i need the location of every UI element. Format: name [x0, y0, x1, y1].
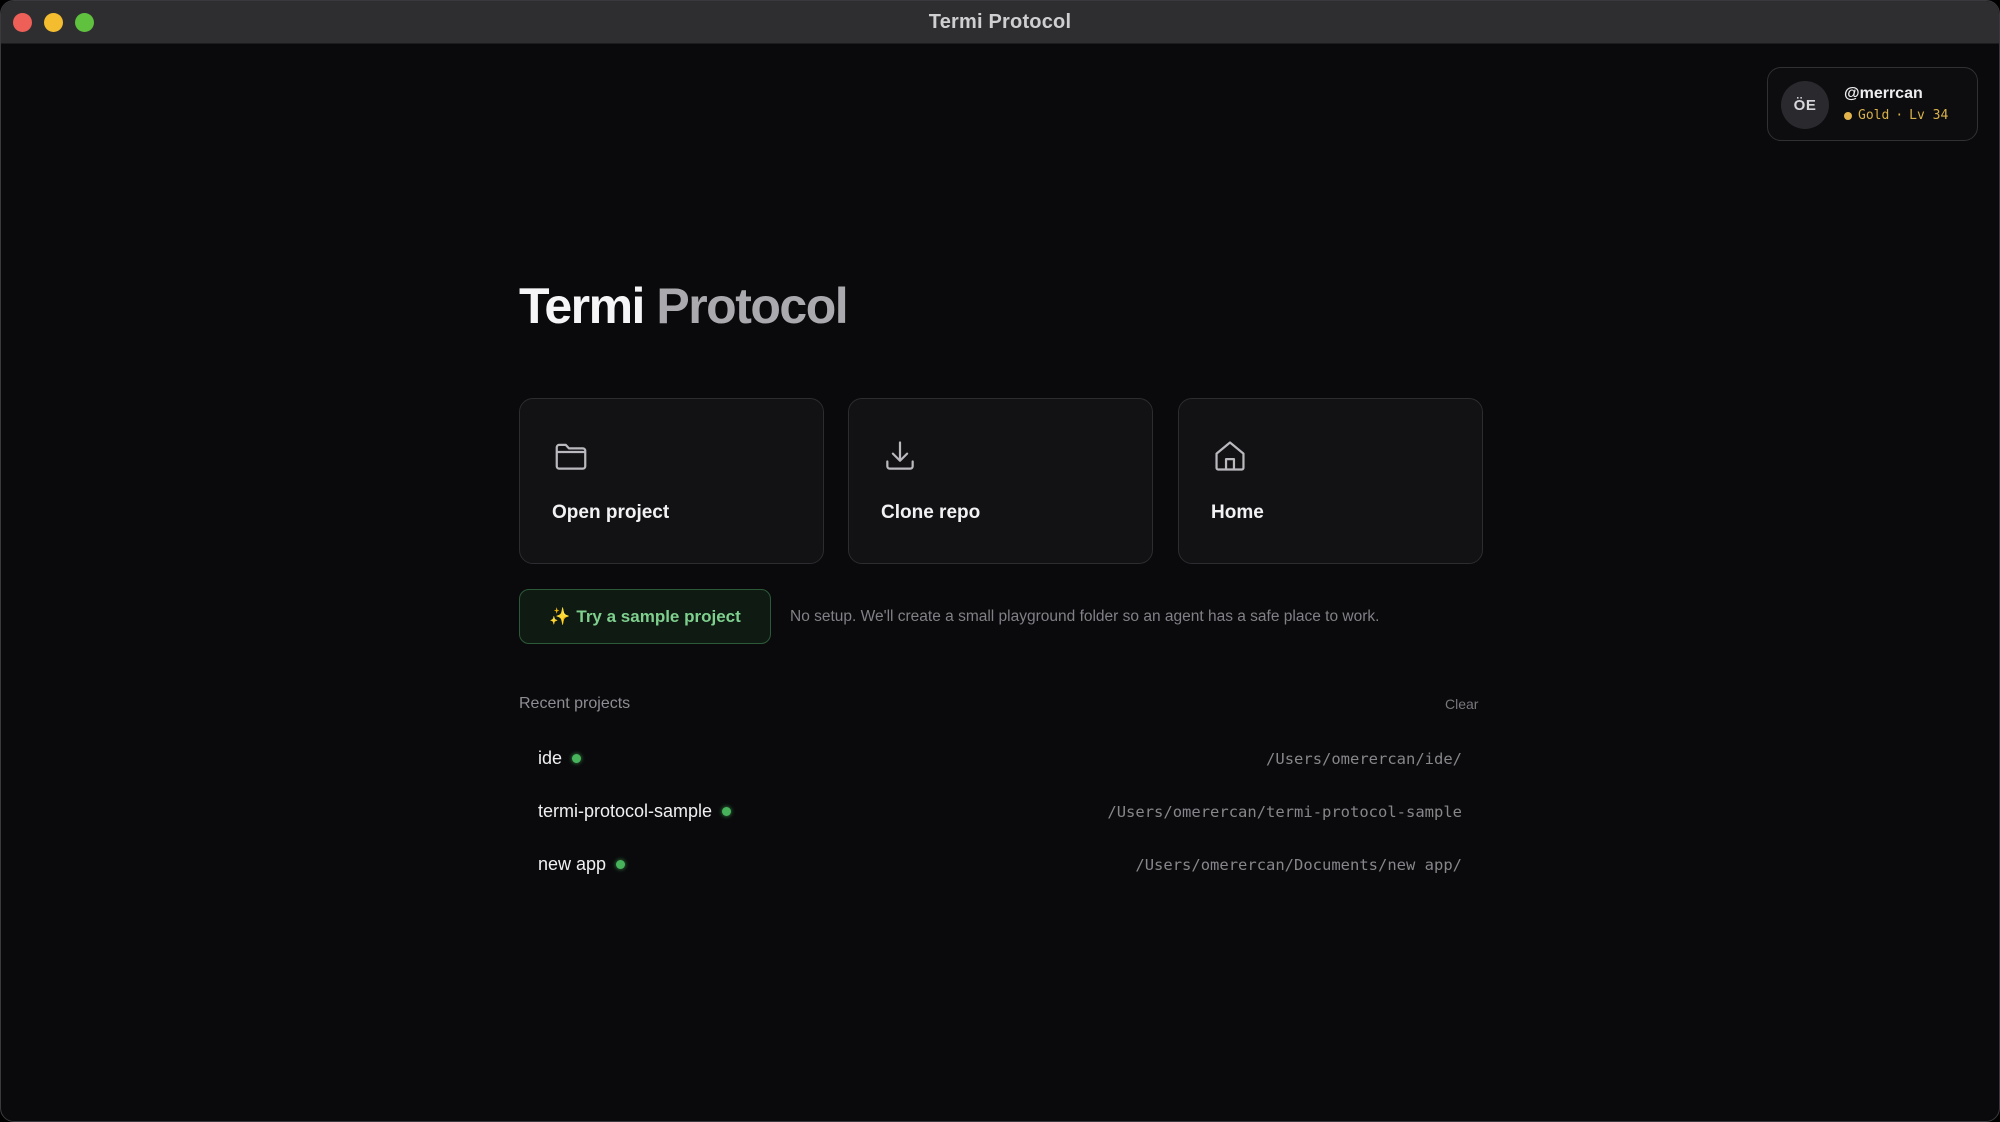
- project-path: /Users/omerercan/Documents/new app/: [1135, 856, 1462, 874]
- project-name-text: termi-protocol-sample: [538, 801, 713, 821]
- app-window: Termi Protocol ÖE @merrcan Gold · Lv 34 …: [0, 0, 2000, 1122]
- project-path: /Users/omerercan/termi-protocol-sample: [1107, 803, 1462, 821]
- sample-project-note: No setup. We'll create a small playgroun…: [790, 608, 1380, 625]
- sparkles-icon: ✨: [549, 606, 571, 626]
- page-title-part2: Protocol: [656, 278, 848, 334]
- user-rank: Gold · Lv 34: [1844, 108, 1948, 123]
- home-label: Home: [1211, 502, 1264, 523]
- clone-repo-card[interactable]: Clone repo: [848, 398, 1153, 564]
- recent-projects-heading: Recent projects: [519, 695, 631, 712]
- status-dot-icon: [572, 754, 582, 763]
- user-profile-chip[interactable]: ÖE @merrcan Gold · Lv 34: [1767, 67, 1978, 141]
- home-icon: [1215, 441, 1245, 471]
- user-tier: Gold: [1858, 108, 1890, 123]
- tier-dot-icon: [1844, 111, 1852, 120]
- project-path: /Users/omerercan/ide/: [1266, 750, 1462, 768]
- try-sample-project-label: Try a sample project: [576, 606, 741, 626]
- username: @merrcan: [1844, 85, 1923, 102]
- status-dot-icon: [616, 860, 626, 869]
- rank-separator: ·: [1895, 108, 1904, 123]
- recent-project-row[interactable]: new app /Users/omerercan/Documents/new a…: [519, 842, 1481, 890]
- home-card[interactable]: Home: [1178, 398, 1483, 564]
- clear-recent-button[interactable]: Clear: [1445, 696, 1478, 712]
- status-dot-icon: [722, 807, 732, 816]
- window-title: Termi Protocol: [928, 11, 1072, 33]
- recent-project-row[interactable]: termi-protocol-sample /Users/omerercan/t…: [519, 789, 1481, 837]
- page-title-part1: Termi: [519, 278, 645, 334]
- project-name: ide: [538, 748, 582, 769]
- open-project-card[interactable]: Open project: [519, 398, 824, 564]
- download-icon: [886, 441, 914, 470]
- title-bar[interactable]: Termi Protocol: [1, 1, 1999, 44]
- clone-repo-label: Clone repo: [881, 502, 981, 523]
- recent-project-row[interactable]: ide /Users/omerercan/ide/: [519, 736, 1481, 784]
- folder-icon: [555, 443, 587, 470]
- user-level: Lv 34: [1909, 108, 1949, 123]
- project-name-text: new app: [538, 854, 607, 874]
- project-name-text: ide: [538, 748, 563, 768]
- open-project-label: Open project: [552, 502, 670, 523]
- avatar: ÖE: [1781, 81, 1829, 129]
- try-sample-project-button[interactable]: ✨ Try a sample project: [519, 589, 771, 644]
- project-name: new app: [538, 854, 626, 875]
- project-name: termi-protocol-sample: [538, 801, 732, 822]
- page-title: Termi Protocol: [519, 277, 849, 335]
